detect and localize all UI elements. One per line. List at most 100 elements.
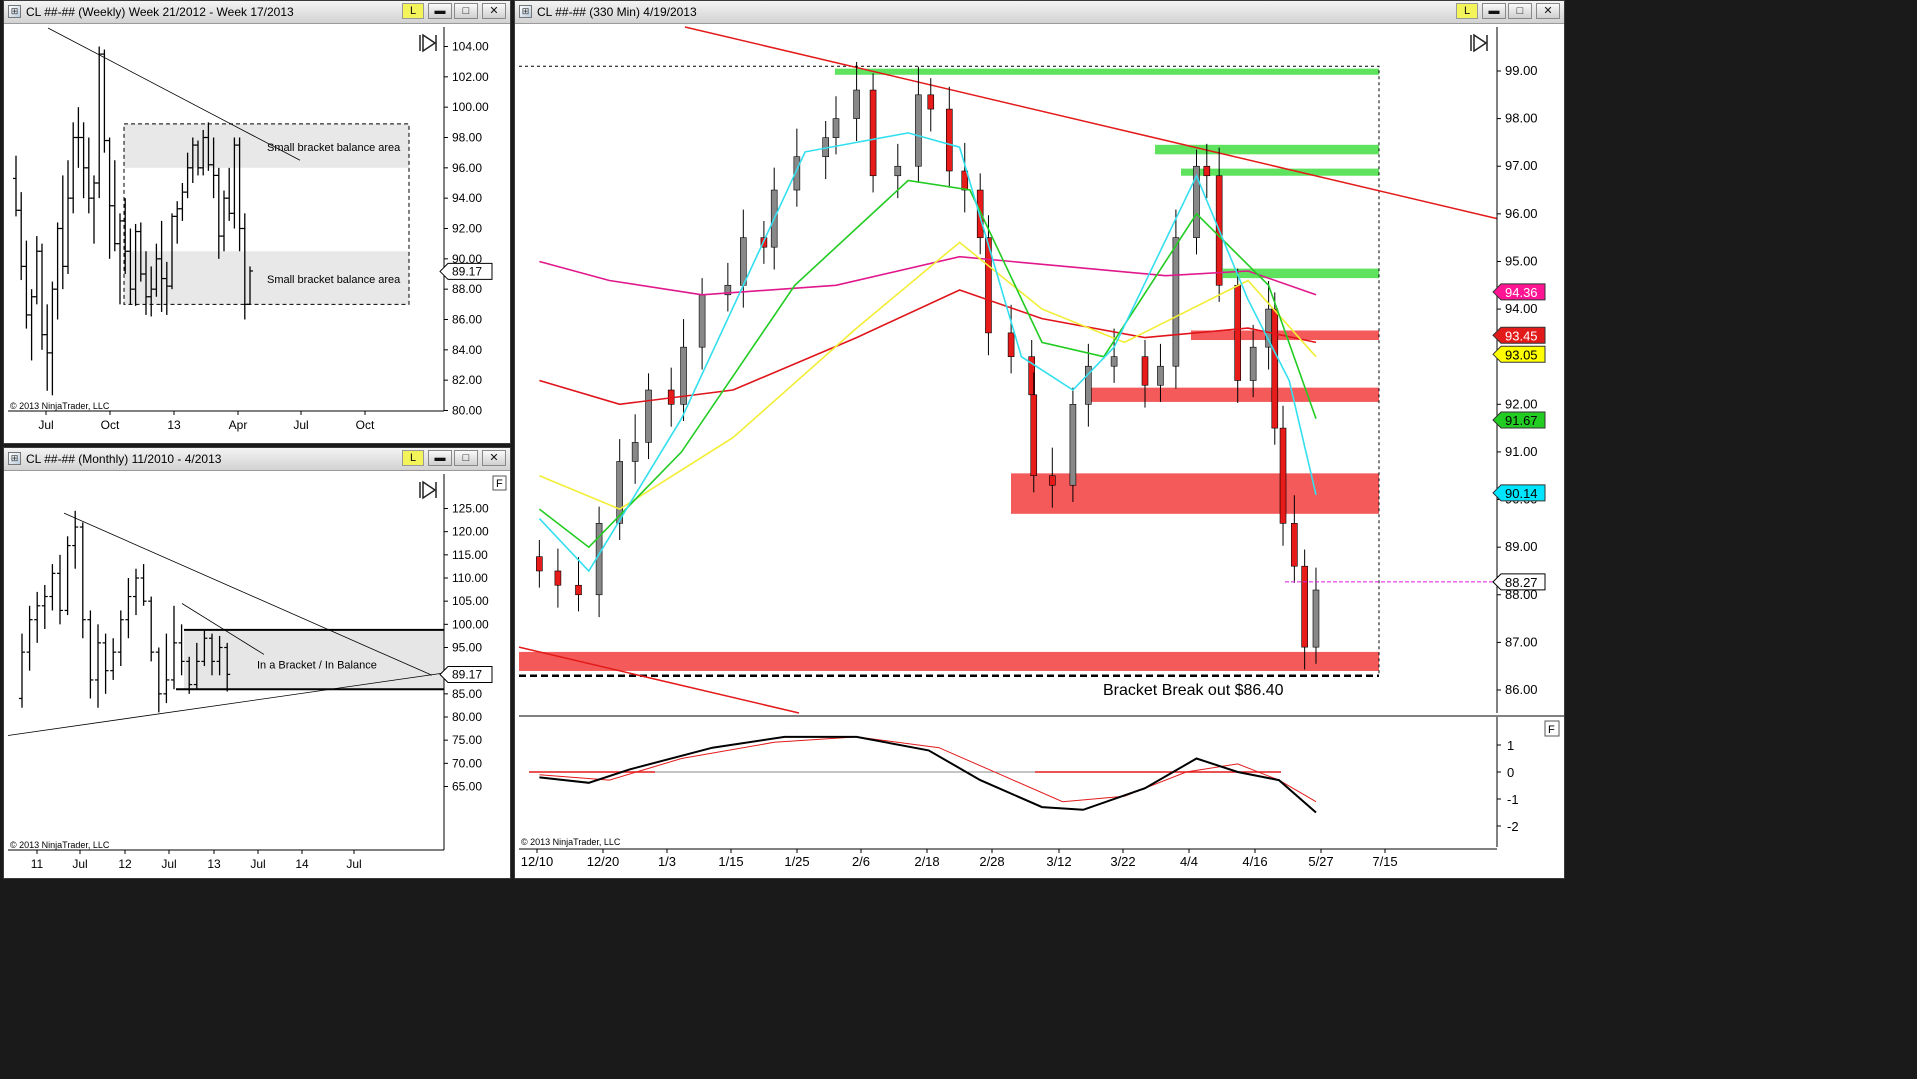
y-tick-label: 82.00	[452, 373, 482, 387]
y-tick-label: 80.00	[452, 404, 482, 418]
breakout-annotation: Bracket Break out $86.40	[1103, 682, 1284, 699]
y-tick-label: 92.00	[452, 222, 482, 236]
link-button[interactable]: L	[402, 450, 424, 466]
minimize-button[interactable]: ▬	[1482, 3, 1506, 19]
minimize-button[interactable]: ▬	[428, 450, 452, 466]
intraday-price-chart[interactable]: Bracket Break out $86.40 99.00 98.00 97.00 9…	[515, 23, 1564, 878]
candle-up	[631, 442, 639, 462]
price-label: 94.36	[1505, 285, 1538, 300]
x-tick-label: 1/3	[658, 854, 676, 869]
y-tick-label: 65.00	[452, 780, 482, 794]
price-label: 90.14	[1505, 486, 1538, 501]
weekly-price-chart[interactable]: Small bracket balance area Small bracket …	[4, 23, 510, 443]
weekly-chart-window: ⊞ CL ##-## (Weekly) Week 21/2012 - Week …	[3, 0, 511, 444]
y-tick-label: 92.00	[1505, 396, 1538, 411]
y-tick-label: 99.00	[1505, 63, 1538, 78]
candle-up	[1312, 589, 1320, 648]
y-tick-label: 100.00	[452, 617, 489, 631]
plot-area	[519, 27, 1497, 713]
price-label: 93.45	[1505, 328, 1538, 343]
f-button-label: F	[496, 478, 503, 490]
intraday-title-bar[interactable]: ⊞ CL ##-## (330 Min) 4/19/2013 L ▬ □ ✕	[515, 1, 1564, 24]
y-tick-label: 120.00	[452, 525, 489, 539]
candle-up	[740, 237, 747, 286]
maximize-button[interactable]: □	[454, 450, 478, 466]
x-tick-label: 7/15	[1372, 854, 1397, 869]
x-tick-label: 2/28	[979, 854, 1004, 869]
x-tick-label: 12/10	[521, 854, 554, 869]
candle-down	[1271, 308, 1279, 429]
y-tick-label: 104.00	[452, 40, 489, 54]
candle-up	[894, 165, 902, 177]
maximize-button[interactable]: □	[1508, 3, 1532, 19]
y-tick-label: 94.00	[1505, 301, 1538, 316]
monthly-price-chart[interactable]: In a Bracket / In Balance 125.00 120.00 115…	[4, 470, 510, 878]
demand-zone	[1223, 268, 1379, 279]
x-tick-label: Apr	[229, 418, 248, 432]
candle-down	[1291, 523, 1298, 567]
x-tick-label: 12	[118, 857, 132, 871]
bracket-label-lower: Small bracket balance area	[267, 274, 401, 286]
candle-up	[1172, 237, 1180, 367]
y-tick-label: 125.00	[452, 502, 489, 516]
oscillator-tick-label: 1	[1507, 738, 1514, 753]
last-price-label: 89.17	[452, 264, 482, 278]
y-tick-label: 88.00	[452, 282, 482, 296]
y-tick-label: 115.00	[452, 548, 488, 562]
copyright-text: © 2013 NinjaTrader, LLC	[10, 840, 110, 850]
y-tick-label: 98.00	[1505, 111, 1538, 126]
close-button[interactable]: ✕	[482, 450, 506, 466]
y-tick-label: 97.00	[1505, 158, 1538, 173]
y-tick-label: 94.00	[452, 191, 482, 205]
x-tick-label: Jul	[346, 857, 361, 871]
x-tick-label: Oct	[101, 418, 120, 432]
x-tick-label: 14	[295, 857, 309, 871]
x-tick-label: 1/25	[784, 854, 809, 869]
weekly-window-title: CL ##-## (Weekly) Week 21/2012 - Week 17…	[26, 5, 294, 19]
chart-window-icon: ⊞	[8, 5, 21, 18]
monthly-title-bar[interactable]: ⊞ CL ##-## (Monthly) 11/2010 - 4/2013 L …	[4, 448, 510, 471]
close-button[interactable]: ✕	[1536, 3, 1560, 19]
bracket-label-upper: Small bracket balance area	[267, 142, 401, 154]
candle-up	[698, 294, 706, 348]
chart-window-icon: ⊞	[519, 5, 532, 18]
y-tick-label: 102.00	[452, 70, 489, 84]
x-tick-label: 3/12	[1046, 854, 1071, 869]
x-tick-label: 13	[207, 857, 221, 871]
x-tick-label: 2/18	[914, 854, 939, 869]
x-tick-label: Oct	[356, 418, 375, 432]
weekly-title-bar[interactable]: ⊞ CL ##-## (Weekly) Week 21/2012 - Week …	[4, 1, 510, 24]
y-tick-label: 96.00	[452, 161, 482, 175]
y-tick-label: 89.00	[1505, 539, 1538, 554]
y-tick-label: 86.00	[1505, 682, 1538, 697]
x-tick-label: Jul	[72, 857, 87, 871]
candle-down	[927, 94, 935, 110]
x-tick-label: 4/16	[1242, 854, 1267, 869]
candle-up	[645, 389, 652, 443]
x-tick-label: Jul	[293, 418, 308, 432]
candle-down	[1141, 356, 1149, 386]
minimize-button[interactable]: ▬	[428, 3, 452, 19]
y-tick-label: 95.00	[452, 641, 482, 655]
candle-up	[915, 94, 922, 167]
y-tick-label: 95.00	[1505, 253, 1538, 268]
candle-down	[1203, 165, 1211, 177]
y-tick-label: 105.00	[452, 594, 489, 608]
close-button[interactable]: ✕	[482, 3, 506, 19]
f-button-label: F	[1548, 724, 1555, 736]
demand-zone	[1181, 168, 1379, 176]
x-tick-label: 12/20	[587, 854, 620, 869]
copyright-text: © 2013 NinjaTrader, LLC	[521, 837, 621, 847]
link-button[interactable]: L	[402, 3, 424, 19]
y-tick-label: 75.00	[452, 733, 482, 747]
copyright-text: © 2013 NinjaTrader, LLC	[10, 401, 110, 411]
y-tick-label: 98.00	[452, 131, 482, 145]
y-tick-label: 86.00	[452, 313, 482, 327]
monthly-chart-window: ⊞ CL ##-## (Monthly) 11/2010 - 4/2013 L …	[3, 447, 511, 879]
candle-down	[554, 570, 562, 586]
maximize-button[interactable]: □	[454, 3, 478, 19]
candle-up	[1069, 404, 1077, 486]
y-tick-label: 84.00	[452, 343, 482, 357]
link-button[interactable]: L	[1456, 3, 1478, 19]
candle-up	[853, 89, 860, 119]
